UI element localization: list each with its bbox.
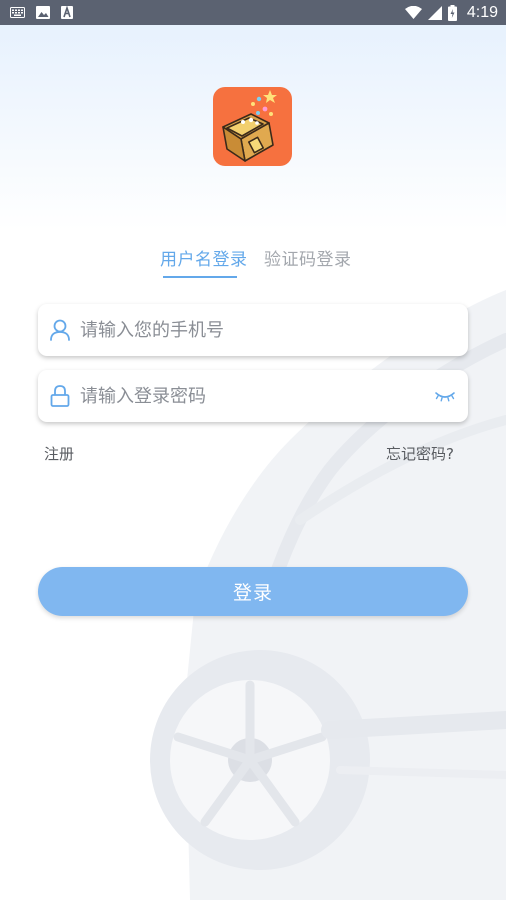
- wifi-icon: [404, 6, 422, 19]
- user-icon: [50, 319, 70, 341]
- tab-verification-code-login[interactable]: 验证码登录: [264, 245, 352, 270]
- signal-icon: [427, 5, 442, 20]
- font-a-icon: [61, 6, 73, 19]
- status-time: 4:19: [466, 3, 498, 21]
- phone-field: [38, 304, 468, 356]
- login-button[interactable]: 登录: [38, 567, 468, 616]
- status-bar: 4:19: [0, 0, 506, 25]
- image-icon: [36, 6, 50, 19]
- password-input[interactable]: [80, 370, 450, 422]
- treasure-chest-icon: [222, 90, 277, 162]
- forgot-password-link[interactable]: 忘记密码?: [386, 443, 454, 464]
- phone-input[interactable]: [80, 304, 450, 356]
- lock-icon: [50, 385, 70, 407]
- app-logo: [213, 87, 292, 166]
- register-link[interactable]: 注册: [44, 443, 74, 464]
- password-field: [38, 370, 468, 422]
- keyboard-icon: [10, 7, 25, 18]
- eye-closed-icon[interactable]: [434, 388, 456, 404]
- active-tab-indicator: [163, 276, 237, 278]
- battery-icon: [447, 4, 457, 21]
- tab-username-login[interactable]: 用户名登录: [160, 245, 248, 270]
